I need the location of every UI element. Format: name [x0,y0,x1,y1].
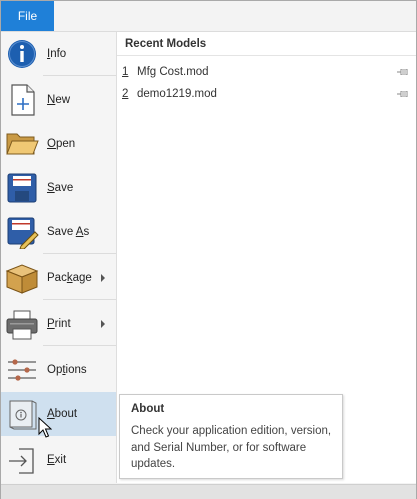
tooltip-title: About [131,403,165,415]
recent-model-name: demo1219.mod [137,88,217,100]
backstage-sidebar: Info New Open Save Save As Package Print… [1,32,117,483]
divider [117,55,416,56]
top-bar: File [1,1,416,32]
printer-icon [6,310,38,340]
sidebar-item-open[interactable]: Open [1,122,116,164]
package-box-icon [5,264,39,294]
sidebar-item-about[interactable]: About [1,392,116,436]
sidebar-item-label: Print [47,318,71,330]
recent-model-item[interactable]: 1 Mfg Cost.mod [117,63,416,83]
sidebar-item-info[interactable]: Info [1,32,116,74]
tooltip-body: Check your application edition, version,… [131,425,332,470]
recent-model-number: 2 [122,88,129,100]
divider [43,75,116,76]
status-bar [1,484,416,499]
sidebar-item-label: Package [47,272,92,284]
about-tooltip: About Check your application edition, ve… [119,394,343,479]
sidebar-item-label: Info [47,48,67,60]
submenu-arrow-icon [101,320,105,328]
floppy-disk-icon [7,173,37,203]
pin-icon[interactable] [396,88,410,100]
divider [43,299,116,300]
submenu-arrow-icon [101,274,105,282]
pin-icon[interactable] [396,66,410,78]
new-document-icon [11,84,35,116]
sidebar-item-exit[interactable]: Exit [1,438,116,480]
sidebar-item-print[interactable]: Print [1,302,116,344]
recent-models-title: Recent Models [125,38,207,50]
sidebar-item-label: New [47,94,71,106]
sidebar-item-options[interactable]: Options [1,348,116,390]
sidebar-item-save[interactable]: Save [1,166,116,208]
divider [43,345,116,346]
sidebar-item-label: Save [47,182,74,194]
sliders-icon [8,359,36,381]
sidebar-item-label: Open [47,138,76,150]
file-tab[interactable]: File [1,1,54,31]
mouse-cursor-icon [38,417,52,438]
sidebar-item-label: Options [47,364,87,376]
exit-icon [9,448,34,474]
recent-model-item[interactable]: 2 demo1219.mod [117,85,416,105]
sidebar-item-new[interactable]: New [1,78,116,120]
about-icon [9,400,37,430]
divider [43,253,116,254]
sidebar-item-label: Exit [47,454,67,466]
recent-model-name: Mfg Cost.mod [137,66,209,78]
info-icon [8,40,36,68]
sidebar-item-label: Save As [47,226,90,238]
sidebar-item-package[interactable]: Package [1,256,116,298]
folder-open-icon [6,133,39,155]
sidebar-item-save-as[interactable]: Save As [1,210,116,252]
save-as-icon [7,217,39,249]
recent-model-number: 1 [122,66,129,78]
